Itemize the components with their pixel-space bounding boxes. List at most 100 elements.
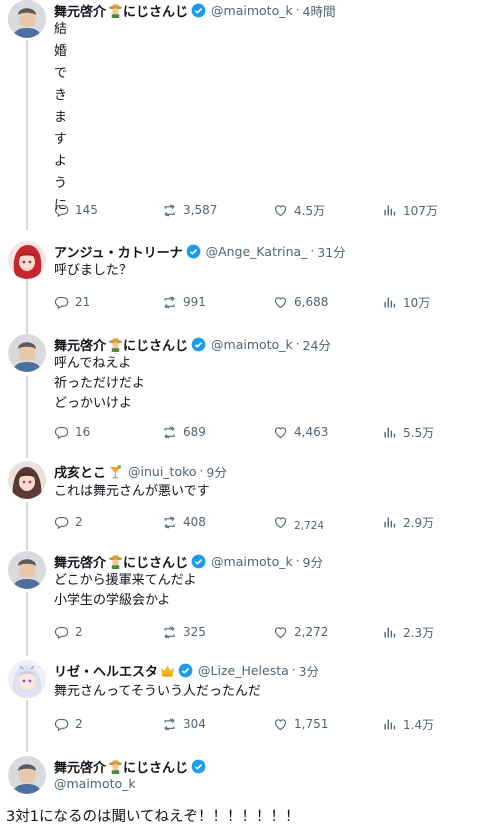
views-count: 10万: [403, 295, 431, 310]
reply-count: 2: [75, 717, 83, 731]
like-count: 2,724: [294, 520, 325, 532]
retweet-button[interactable]: 408: [162, 513, 206, 531]
timestamp[interactable]: 9分: [206, 462, 226, 481]
thread-line: [26, 376, 28, 458]
author-handle[interactable]: @Lize_Helesta: [198, 663, 289, 678]
timestamp[interactable]: 24分: [303, 335, 331, 354]
author-handle[interactable]: @maimoto_k: [211, 337, 293, 352]
avatar[interactable]: [8, 241, 46, 279]
timestamp[interactable]: 9分: [303, 552, 323, 571]
retweet-button[interactable]: 689: [162, 423, 206, 441]
avatar[interactable]: [8, 0, 46, 38]
views-icon: [382, 295, 397, 310]
avatar[interactable]: [8, 660, 46, 698]
views-button[interactable]: 2.3万: [382, 623, 434, 641]
reply-button[interactable]: 2: [54, 715, 83, 733]
author-name[interactable]: 舞元啓介: [54, 757, 106, 776]
focused-tweet-text: 3対1になるのは聞いてねえぞ！！！！！！！: [6, 809, 300, 825]
separator-dot: ·: [295, 3, 300, 17]
views-button[interactable]: 2.9万: [382, 513, 434, 531]
views-button[interactable]: 1.4万: [382, 715, 434, 733]
author-name[interactable]: 舞元啓介: [54, 552, 106, 571]
author-name-suffix: にじさんじ: [123, 338, 189, 354]
views-count: 107万: [403, 203, 438, 218]
like-icon: [273, 515, 288, 530]
thread-line: [26, 592, 28, 656]
retweet-button[interactable]: 304: [162, 715, 206, 733]
author-handle[interactable]: @Ange_Katrina_: [206, 244, 308, 259]
reply-button[interactable]: 16: [54, 423, 90, 441]
reply-icon: [54, 295, 69, 310]
author-handle[interactable]: @inui_toko: [128, 464, 197, 479]
views-icon: [382, 425, 397, 440]
separator-dot: ·: [199, 464, 204, 478]
timestamp[interactable]: 4時間: [303, 1, 336, 20]
reply-button[interactable]: 145: [54, 201, 98, 219]
views-button[interactable]: 107万: [382, 201, 438, 219]
like-icon: [273, 717, 288, 732]
author-name-suffix: にじさんじ: [123, 760, 189, 776]
like-button[interactable]: 6,688: [273, 293, 328, 311]
like-count: 6,688: [294, 295, 329, 309]
author-name[interactable]: アンジュ・カトリーナ: [54, 242, 183, 261]
separator-dot: ·: [291, 663, 296, 677]
like-button[interactable]: 4,463: [273, 423, 328, 441]
reply-count: 16: [75, 425, 91, 439]
like-button[interactable]: 4.5万: [273, 201, 325, 219]
views-icon: [382, 625, 397, 640]
author-handle[interactable]: @maimoto_k: [211, 554, 293, 569]
cocktail-emoji-icon: [108, 464, 123, 479]
like-button[interactable]: 2,272: [273, 623, 328, 641]
separator-dot: ·: [310, 244, 315, 258]
views-count: 1.4万: [403, 717, 435, 732]
verified-badge-icon: [186, 244, 201, 259]
like-icon: [273, 203, 288, 218]
verified-badge-icon: [191, 554, 206, 569]
tweet-text-line: 祈っただけだよ: [54, 376, 146, 391]
avatar[interactable]: [8, 461, 46, 499]
timestamp[interactable]: 31分: [317, 242, 345, 261]
separator-dot: ·: [295, 337, 300, 351]
author-name[interactable]: 戌亥とこ: [54, 462, 106, 481]
reply-button[interactable]: 2: [54, 513, 83, 531]
avatar[interactable]: [8, 551, 46, 589]
views-count: 2.9万: [403, 515, 435, 530]
reply-icon: [54, 425, 69, 440]
avatar[interactable]: [8, 756, 46, 794]
views-icon: [382, 717, 397, 732]
like-button[interactable]: 1,751: [273, 715, 328, 733]
farmer-emoji-icon: [108, 337, 123, 352]
reply-button[interactable]: 21: [54, 293, 90, 311]
avatar[interactable]: [8, 334, 46, 372]
retweet-count: 408: [183, 515, 206, 529]
retweet-button[interactable]: 3,587: [162, 201, 217, 219]
views-count: 2.3万: [403, 625, 435, 640]
reply-button[interactable]: 2: [54, 623, 83, 641]
tweet-text: 呼びました？: [54, 263, 133, 278]
views-button[interactable]: 5.5万: [382, 423, 434, 441]
thread-line: [26, 278, 28, 334]
verified-badge-icon: [178, 663, 193, 678]
like-count: 4,463: [294, 425, 329, 439]
timestamp[interactable]: 3分: [299, 661, 319, 680]
like-button[interactable]: 2,724: [273, 513, 325, 532]
tweet-text: どこから援軍来てんだよ 小学生の学級会かよ: [54, 571, 197, 611]
author-name[interactable]: 舞元啓介: [54, 1, 106, 20]
author-handle[interactable]: @maimoto_k: [54, 776, 136, 791]
author-name[interactable]: リゼ・ヘルエスタ: [54, 661, 158, 680]
views-button[interactable]: 10万: [382, 293, 430, 311]
author-name-suffix: にじさんじ: [123, 4, 189, 20]
retweet-icon: [162, 515, 177, 530]
tweet-text: 舞元さんってそういう人だったんだ: [54, 684, 261, 699]
like-icon: [273, 295, 288, 310]
retweet-button[interactable]: 325: [162, 623, 206, 641]
reply-icon: [54, 515, 69, 530]
thread-line: [26, 40, 28, 230]
author-name[interactable]: 舞元啓介: [54, 335, 106, 354]
reply-icon: [54, 625, 69, 640]
author-handle[interactable]: @maimoto_k: [211, 3, 293, 18]
views-icon: [382, 515, 397, 530]
retweet-button[interactable]: 991: [162, 293, 206, 311]
author-name-suffix: にじさんじ: [123, 555, 189, 571]
separator-dot: ·: [295, 554, 300, 568]
